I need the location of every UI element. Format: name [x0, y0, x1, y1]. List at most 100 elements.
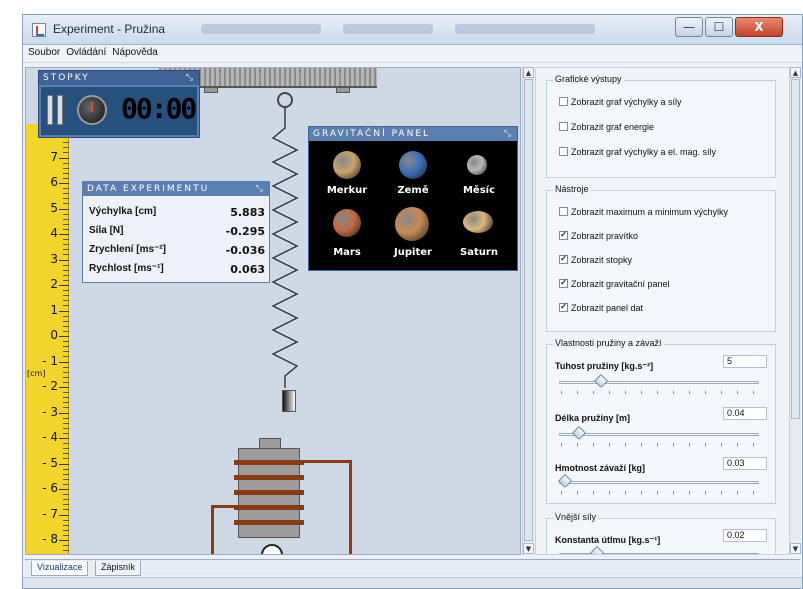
ruler-major-tick: [59, 489, 69, 490]
checkbox-box[interactable]: [559, 253, 568, 264]
simulation-scrollbar[interactable]: ▲ ▼: [522, 67, 534, 555]
mass-slider[interactable]: [559, 481, 759, 484]
data-label: Síla [N]: [89, 225, 124, 236]
planet-label[interactable]: Jupiter: [381, 247, 445, 258]
damping-input[interactable]: 0.02: [723, 529, 767, 542]
maximize-button[interactable]: ☐: [705, 17, 733, 37]
damping-label: Konstanta útlmu [kg.s⁻¹]: [555, 535, 661, 545]
planet-mars-icon[interactable]: [333, 209, 361, 237]
planet-label[interactable]: Měsíc: [447, 185, 511, 196]
stopwatch-panel: Stopky ⤡ 00:00: [38, 70, 200, 138]
stiffness-slider-thumb[interactable]: [593, 373, 609, 389]
checkbox-box[interactable]: [559, 277, 568, 288]
minimize-button[interactable]: —: [675, 17, 703, 37]
menu-ovladani[interactable]: Ovládání: [63, 45, 109, 58]
planet-mesic-icon[interactable]: [467, 155, 487, 175]
planet-label[interactable]: Mars: [315, 247, 379, 258]
wire: [349, 460, 352, 554]
slider-ticks: [561, 391, 757, 394]
gravity-panel-header[interactable]: Gravitační panel ⤡: [309, 127, 517, 141]
checkbox-show-extremes[interactable]: Zobrazit maximum a minimum výchylky: [559, 207, 728, 217]
simulation-canvas: [cm] 876543210- 1- 2- 3- 4- 5- 6- 7- 8 ~…: [25, 67, 521, 555]
mass-input[interactable]: 0.03: [723, 457, 767, 470]
slider-ticks: [561, 491, 757, 494]
checkbox-box[interactable]: [559, 301, 568, 312]
planet-label[interactable]: Saturn: [447, 247, 511, 258]
tab-vizualizace[interactable]: Vizualizace: [31, 561, 89, 576]
ruler-label: - 6: [42, 481, 58, 495]
ruler-minor-tick: [63, 172, 69, 174]
ruler-minor-tick: [63, 427, 69, 429]
weight-mass[interactable]: [282, 390, 296, 412]
scroll-thumb[interactable]: [524, 79, 533, 541]
scroll-up-icon[interactable]: ▲: [523, 67, 534, 78]
checkbox-box[interactable]: [559, 147, 568, 156]
ruler-minor-tick: [63, 295, 69, 297]
ruler-minor-tick: [63, 305, 69, 307]
length-input[interactable]: 0.04: [723, 407, 767, 420]
planet-saturn-icon[interactable]: [463, 211, 493, 233]
ruler-minor-tick: [63, 223, 69, 225]
settings-scrollbar[interactable]: ▲ ▼: [789, 67, 801, 555]
graphic-outputs-group: Grafické výstupy Zobrazit graf výchylky …: [546, 74, 776, 178]
scroll-down-icon[interactable]: ▼: [790, 543, 801, 554]
stiffness-input[interactable]: 5: [723, 355, 767, 368]
checkbox-show-data-panel[interactable]: Zobrazit panel dat: [559, 301, 643, 313]
mass-slider-thumb[interactable]: [557, 473, 573, 489]
stiffness-slider[interactable]: [559, 381, 759, 384]
ruler-minor-tick: [63, 152, 69, 154]
ruler-minor-tick: [63, 198, 69, 200]
wire: [211, 554, 263, 555]
scroll-thumb[interactable]: [791, 79, 800, 419]
checkbox-box[interactable]: [559, 97, 568, 106]
planet-label[interactable]: Merkur: [315, 185, 379, 196]
stopwatch-time: 00:00: [121, 92, 197, 125]
checkbox-graph-em-force[interactable]: Zobrazit graf výchylky a el. mag. síly: [559, 147, 716, 157]
ruler-minor-tick: [63, 162, 69, 164]
length-slider-thumb[interactable]: [571, 425, 587, 441]
group-title: Nástroje: [553, 184, 591, 194]
spring-coil: [271, 108, 299, 388]
ruler-major-tick: [59, 540, 69, 541]
ruler-minor-tick: [63, 356, 69, 358]
ruler-minor-tick: [63, 203, 69, 205]
checkbox-graph-displacement-force[interactable]: Zobrazit graf výchylky a síly: [559, 97, 682, 107]
length-slider[interactable]: [559, 433, 759, 436]
close-button[interactable]: X: [735, 17, 783, 37]
checkbox-show-ruler[interactable]: Zobrazit pravítko: [559, 229, 638, 241]
checkbox-show-stopwatch[interactable]: Zobrazit stopky: [559, 253, 632, 265]
stopwatch-clock-icon[interactable]: [77, 95, 107, 125]
collapse-icon[interactable]: ⤡: [256, 184, 265, 194]
ruler-major-tick: [59, 310, 69, 312]
tab-zapisnik[interactable]: Zápisník: [95, 561, 142, 576]
title-bar[interactable]: Experiment - Pružina — ☐ X: [23, 15, 802, 45]
planet-jupiter-icon[interactable]: [395, 207, 429, 241]
app-window: Experiment - Pružina — ☐ X Soubor Ovládán…: [22, 14, 803, 589]
checkbox-box[interactable]: [559, 229, 568, 240]
ruler-minor-tick: [63, 432, 69, 434]
data-panel-header[interactable]: Data experimentu ⤡: [83, 182, 269, 196]
ruler-major-tick: [59, 285, 69, 286]
ruler-label: - 3: [42, 404, 58, 419]
collapse-icon[interactable]: ⤡: [186, 73, 195, 83]
ruler-label: 5: [50, 200, 58, 215]
stopwatch-header[interactable]: Stopky ⤡: [39, 71, 199, 85]
ruler-minor-tick: [63, 264, 69, 266]
menu-napoveda[interactable]: Nápověda: [109, 45, 161, 58]
pause-icon[interactable]: [47, 95, 65, 125]
collapse-icon[interactable]: ⤡: [504, 129, 513, 139]
checkbox-box[interactable]: [559, 207, 568, 216]
planet-merkur-icon[interactable]: [333, 151, 361, 179]
damping-slider[interactable]: [559, 553, 759, 554]
planet-zeme-icon[interactable]: [399, 151, 427, 179]
checkbox-show-gravity-panel[interactable]: Zobrazit gravitační panel: [559, 277, 670, 289]
scroll-up-icon[interactable]: ▲: [790, 67, 801, 78]
data-label: Výchylka [cm]: [89, 206, 157, 217]
scroll-down-icon[interactable]: ▼: [523, 543, 534, 554]
damping-slider-thumb[interactable]: [589, 545, 605, 554]
checkbox-box[interactable]: [559, 122, 568, 131]
checkbox-graph-energy[interactable]: Zobrazit graf energie: [559, 122, 654, 132]
planet-label[interactable]: Země: [381, 185, 445, 196]
ruler-minor-tick: [63, 341, 69, 343]
menu-soubor[interactable]: Soubor: [25, 45, 63, 58]
